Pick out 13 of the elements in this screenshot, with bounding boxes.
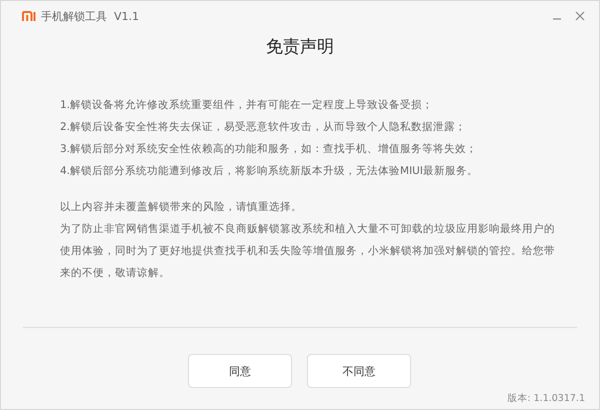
window-title: 手机解锁工具 V1.1 <box>41 8 140 24</box>
disclaimer-text: 4.解锁后部分系统功能遭到修改后，将影响系统新版本升级，无法体验MIUI最新服务。 <box>60 164 479 179</box>
disclaimer-text: 以上内容并未覆盖解锁带来的风险，请慎重选择。 <box>60 200 303 215</box>
version-text: 版本: 1.1.0317.1 <box>507 392 585 405</box>
logo-icon <box>22 10 36 22</box>
disclaimer-text: 为了防止非官网销售渠道手机被不良商贩解锁篡改系统和植入大量不可卸载的垃圾应用影响最终用户的使用体验，同时为了更好地提供查找手机和丢失险等增值服务，小米解锁将加强对解锁的管控。给您带来的不便，敬请谅解。 <box>60 222 556 281</box>
disagree-button[interactable]: 不同意 <box>307 354 411 388</box>
disclaimer-text: 2.解锁后设备安全性将失去保证，易受恶意软件攻击，从而导致个人隐私数据泄露； <box>60 120 468 135</box>
close-icon[interactable] <box>575 11 585 21</box>
dialog-heading: 免责声明 <box>265 36 335 59</box>
disclaimer-text: 3.解锁后部分对系统安全性依赖高的功能和服务，如：查找手机、增值服务等将失效； <box>60 142 478 157</box>
agree-button[interactable]: 同意 <box>188 354 292 388</box>
disclaimer-text: 1.解锁设备将允许修改系统重要组件，并有可能在一定程度上导致设备受损； <box>60 98 434 113</box>
